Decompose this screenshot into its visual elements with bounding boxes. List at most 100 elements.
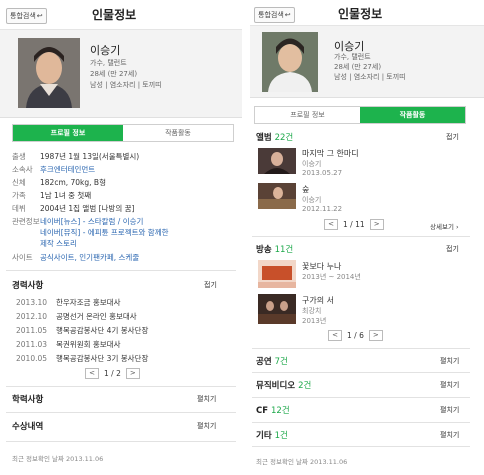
star-sign: 염소자리 [109,81,136,89]
album-collapse-toggle[interactable]: 접기 [446,132,459,142]
career-year: 2010.05 [16,354,48,363]
career-text: 행복공감봉사단 3기 봉사단장 [56,354,149,363]
concert-expand-toggle[interactable]: 펼치기 [440,356,459,366]
awards-expand-toggle[interactable]: 펼치기 [197,421,216,431]
more-label: 상세보기 [430,223,454,231]
etc-heading: 기타 1건 [256,429,288,441]
broadcast-title[interactable]: 꽃보다 누나 [302,261,341,272]
tab-works[interactable]: 작품활동 [360,107,465,123]
star-sign: 염소자리 [353,73,380,81]
divider [6,412,236,413]
section-label: CF [256,406,269,416]
section-count: 1건 [274,431,288,441]
age: 28세 (만 27세) [334,63,382,71]
attributes: 남성 | 염소자리 | 토끼띠 [90,81,162,89]
page-indicator: 1 / 2 [104,369,121,378]
person-name: 이승기 [90,44,121,57]
broadcast-title[interactable]: 구가의 서 [302,295,334,306]
divider [252,397,470,398]
info-key: 소속사 [12,165,33,174]
music-link-cont[interactable]: 제작 스토리 [40,239,77,248]
profile-info-screen: 통합검색↩ 인물정보 이승기 가수, 탤런트 28세 (만 27세) 남성 | … [0,0,242,475]
zodiac: 토끼띠 [142,81,162,89]
chevron-left-icon[interactable]: < [324,219,338,230]
career-text: 한우자조금 홍보대사 [56,298,121,307]
tab-works[interactable]: 작품활동 [123,125,233,141]
info-key: 출생 [12,152,26,161]
broadcast-collapse-toggle[interactable]: 접기 [446,244,459,254]
music-video-expand-toggle[interactable]: 펼치기 [440,380,459,390]
info-row: 관련정보네이버[뉴스] - 스타칼럼 / 이승기 [12,216,143,227]
broadcast-heading: 방송 11건 [256,243,293,255]
gender: 남성 [90,81,103,89]
album-title[interactable]: 마지막 그 한마디 [302,148,359,159]
integrated-search-button[interactable]: 통합검색↩ [6,8,47,24]
divider [6,441,236,442]
album-heading: 앨범 22건 [256,131,293,143]
info-value: 2004년 1집 앨범 [나방의 꿈] [40,204,135,213]
awards-heading: 수상내역 [12,422,44,432]
career-year: 2011.03 [16,340,48,349]
info-row: 가족 1남 1녀 중 첫째 [12,190,91,201]
career-pager: < 1 / 2 > [85,368,140,379]
occupation: 가수, 탤런트 [334,53,371,61]
divider [6,386,236,387]
profile-card: 이승기 가수, 탤런트 28세 (만 27세) 남성 | 염소자리 | 토끼띠 [250,26,484,98]
tab-profile[interactable]: 프로필 정보 [13,125,123,141]
career-heading: 경력사항 [12,281,44,291]
chevron-left-icon[interactable]: < [328,330,342,341]
education-expand-toggle[interactable]: 펼치기 [197,394,216,404]
page-title: 인물정보 [92,8,137,22]
zodiac: 토끼띠 [386,73,406,81]
album-artist: 이승기 [302,160,322,168]
album-cover[interactable] [258,148,296,174]
gender: 남성 [334,73,347,81]
career-text: 행복공감봉사단 4기 봉사단장 [56,326,149,335]
album-more-link[interactable]: 상세보기 › [430,221,459,231]
album-cover[interactable] [258,183,296,209]
tab-profile[interactable]: 프로필 정보 [255,107,360,123]
album-title[interactable]: 숲 [302,184,309,195]
cf-expand-toggle[interactable]: 펼치기 [440,405,459,415]
last-updated: 최근 정보확인 날짜 2013.11.06 [12,455,104,463]
music-link[interactable]: 네이버[뮤직] - 에피튠 프로젝트와 함께한 [40,228,169,237]
info-value: 1987년 1월 13일(서울특별시) [40,152,140,161]
chevron-right-icon[interactable]: > [369,219,384,230]
broadcast-role: 최강치 [302,307,322,315]
info-value: 1남 1녀 중 첫째 [40,191,92,200]
career-item: 2010.05 행복공감봉사단 3기 봉사단장 [16,353,148,364]
attributes: 남성 | 염소자리 | 토끼띠 [334,73,406,81]
info-key: 데뷔 [12,204,26,213]
broadcast-poster[interactable] [258,294,296,324]
page-indicator: 1 / 6 [347,331,364,340]
section-count: 7건 [274,357,288,367]
divider [252,236,470,237]
career-collapse-toggle[interactable]: 접기 [204,280,217,290]
back-label: 통합검색 [10,12,36,20]
broadcast-year: 2013년 [302,317,327,325]
integrated-search-button[interactable]: 통합검색↩ [254,7,295,23]
album-date: 2013.05.27 [302,169,343,177]
divider [6,270,236,271]
info-row: 소속사 후크엔터테인먼트 [12,164,95,175]
career-item: 2011.05 행복공감봉사단 4기 봉사단장 [16,325,148,336]
info-key: 가족 [12,191,26,200]
broadcast-poster[interactable] [258,260,296,288]
chevron-left-icon[interactable]: < [85,368,99,379]
section-label: 공연 [256,357,272,367]
news-link[interactable]: 네이버[뉴스] - 스타칼럼 / 이승기 [40,217,143,226]
career-item: 2012.10 공명선거 온라인 홍보대사 [16,311,137,322]
career-text: 공명선거 온라인 홍보대사 [56,312,137,321]
last-updated: 최근 정보확인 날짜 2013.11.06 [256,458,348,466]
site-links[interactable]: 공식사이트, 인기팬카페, 스케줄 [40,253,139,262]
chevron-right-icon[interactable]: > [125,368,140,379]
info-row: 네이버[뮤직] - 에피튠 프로젝트와 함께한 [12,227,169,238]
etc-expand-toggle[interactable]: 펼치기 [440,430,459,440]
broadcast-count: 11건 [274,245,294,255]
education-heading: 학력사항 [12,395,44,405]
cf-heading: CF 12건 [256,404,290,416]
agency-link[interactable]: 후크엔터테인먼트 [40,165,95,174]
works-screen: 통합검색↩ 인물정보 이승기 가수, 탤런트 28세 (만 27세) 남성 | … [250,0,484,475]
tab-bar: 프로필 정보 작품활동 [12,124,234,142]
chevron-right-icon[interactable]: > [368,330,383,341]
